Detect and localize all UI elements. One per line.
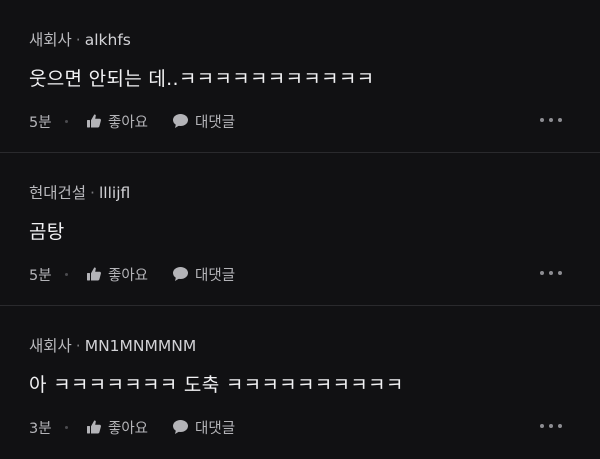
- speech-bubble-icon: [173, 420, 189, 434]
- more-horizontal-icon: [540, 118, 544, 122]
- more-options-button[interactable]: [540, 112, 562, 128]
- thumbs-up-icon: [87, 420, 101, 434]
- speech-bubble-icon: [173, 267, 189, 281]
- thumbs-up-icon: [87, 267, 101, 281]
- reply-button[interactable]: 대댓글: [172, 264, 235, 285]
- like-label: 좋아요: [108, 114, 149, 131]
- reply-button[interactable]: 대댓글: [172, 417, 235, 438]
- reply-label: 대댓글: [195, 114, 236, 131]
- comment-author: 새회사 · MN1MNMMNM: [29, 336, 196, 356]
- comment-time: 5분: [29, 114, 52, 131]
- meta-separator: ·: [75, 31, 81, 49]
- action-separator: [65, 119, 68, 123]
- comment-actions: 3분 좋아요 대댓글: [29, 416, 235, 438]
- reply-label: 대댓글: [195, 267, 236, 284]
- like-label: 좋아요: [108, 420, 149, 437]
- comment-actions: 5분 좋아요 대댓글: [29, 263, 235, 285]
- comment-actions: 5분 좋아요 대댓글: [29, 110, 235, 132]
- like-button[interactable]: 좋아요: [86, 111, 148, 132]
- like-button[interactable]: 좋아요: [86, 417, 148, 438]
- author-username[interactable]: MN1MNMMNM: [85, 337, 197, 355]
- comment-text: 곰탕: [29, 221, 65, 243]
- like-label: 좋아요: [108, 267, 149, 284]
- author-company: 현대건설: [29, 184, 87, 202]
- speech-bubble-icon: [173, 114, 189, 128]
- like-button[interactable]: 좋아요: [86, 264, 148, 285]
- more-horizontal-icon: [540, 271, 544, 275]
- author-username[interactable]: alkhfs: [85, 31, 131, 49]
- comment-item: 새회사 · MN1MNMMNM 아 ㅋㅋㅋㅋㅋㅋㅋ 도축 ㅋㅋㅋㅋㅋㅋㅋㅋㅋㅋ 3분…: [0, 306, 600, 459]
- reply-button[interactable]: 대댓글: [172, 111, 235, 132]
- action-separator: [65, 272, 68, 276]
- comment-item: 현대건설 · lllijfl 곰탕 5분 좋아요 대댓글: [0, 153, 600, 306]
- thumbs-up-icon: [87, 114, 101, 128]
- more-options-button[interactable]: [540, 418, 562, 434]
- reply-label: 대댓글: [195, 420, 236, 437]
- comment-text: 아 ㅋㅋㅋㅋㅋㅋㅋ 도축 ㅋㅋㅋㅋㅋㅋㅋㅋㅋㅋ: [29, 374, 404, 396]
- comment-item: 새회사 · alkhfs 웃으면 안되는 데..ㅋㅋㅋㅋㅋㅋㅋㅋㅋㅋㅋ 5분 좋아요…: [0, 0, 600, 153]
- comment-author: 새회사 · alkhfs: [29, 30, 131, 50]
- author-company: 새회사: [29, 31, 72, 49]
- comment-text: 웃으면 안되는 데..ㅋㅋㅋㅋㅋㅋㅋㅋㅋㅋㅋ: [29, 68, 375, 90]
- meta-separator: ·: [90, 184, 95, 202]
- author-username[interactable]: lllijfl: [99, 184, 130, 202]
- more-options-button[interactable]: [540, 265, 562, 281]
- comment-time: 3분: [29, 420, 52, 437]
- action-separator: [65, 425, 68, 429]
- author-company: 새회사: [29, 337, 72, 355]
- comment-author: 현대건설 · lllijfl: [29, 183, 130, 203]
- more-horizontal-icon: [540, 424, 544, 428]
- meta-separator: ·: [75, 337, 81, 355]
- comment-time: 5분: [29, 267, 52, 284]
